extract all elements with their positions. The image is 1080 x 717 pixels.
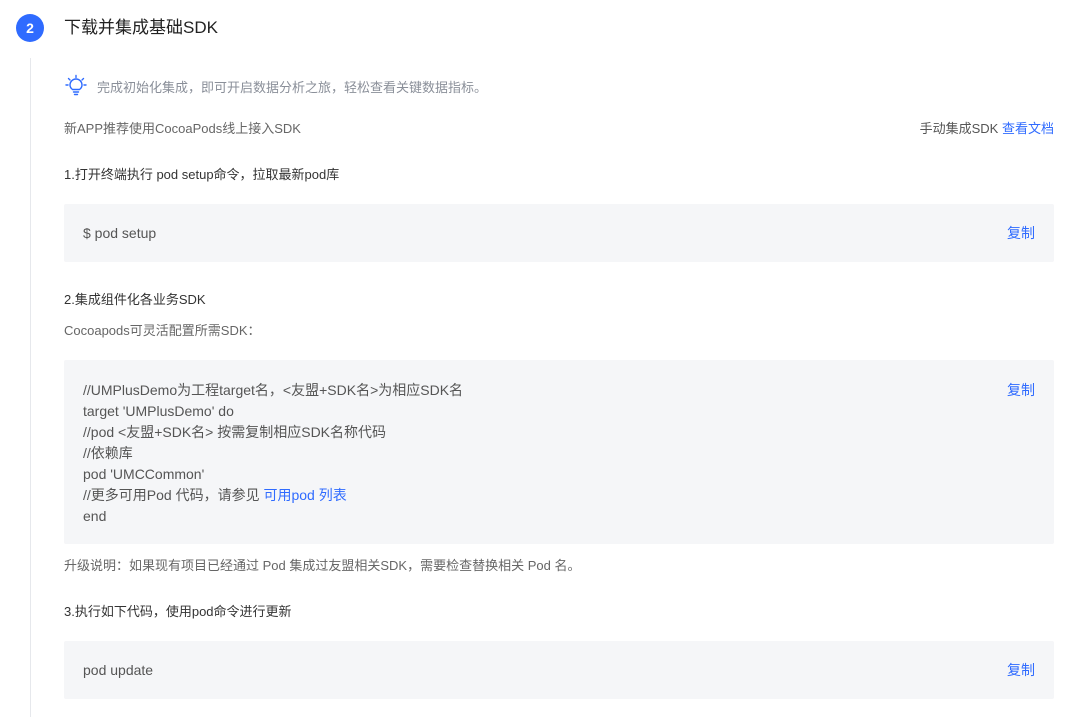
copy-podfile-button[interactable]: 复制 <box>1007 380 1035 401</box>
manual-integration-label: 手动集成SDK <box>919 121 999 136</box>
code-line: pod 'UMCCommon' <box>83 466 205 482</box>
pod-update-code-block: pod update 复制 <box>64 641 1054 699</box>
step-number: 2 <box>26 20 34 36</box>
view-docs-link[interactable]: 查看文档 <box>1002 121 1054 136</box>
step-number-badge: 2 <box>16 14 44 42</box>
tip-text: 完成初始化集成，即可开启数据分析之旅，轻松查看关键数据指标。 <box>97 79 488 95</box>
code-line: //依赖库 <box>83 445 133 461</box>
step1-heading: 1.打开终端执行 pod setup命令，拉取最新pod库 <box>64 167 340 182</box>
upgrade-note: 升级说明：如果现有项目已经通过 Pod 集成过友盟相关SDK，需要检查替换相关 … <box>64 558 581 573</box>
step-timeline-line <box>30 58 31 717</box>
section-title: 下载并集成基础SDK <box>64 18 218 37</box>
tip-banner: 完成初始化集成，即可开启数据分析之旅，轻松查看关键数据指标。 <box>64 70 487 102</box>
step2-description: Cocoapods可灵活配置所需SDK： <box>64 323 261 338</box>
podfile-code: //UMPlusDemo为工程target名，<友盟+SDK名>为相应SDK名 … <box>83 380 463 527</box>
code-line: //pod <友盟+SDK名> 按需复制相应SDK名称代码 <box>83 424 387 440</box>
code-line: //UMPlusDemo为工程target名，<友盟+SDK名>为相应SDK名 <box>83 382 464 398</box>
cocoapods-recommend-text: 新APP推荐使用CocoaPods线上接入SDK <box>64 121 301 136</box>
code-line: end <box>83 508 107 524</box>
pod-setup-code-block: $ pod setup 复制 <box>64 204 1054 262</box>
available-pods-link[interactable]: 可用pod 列表 <box>263 487 346 503</box>
code-line: target 'UMPlusDemo' do <box>83 403 234 419</box>
code-line-text: //更多可用Pod 代码，请参见 <box>83 487 264 503</box>
pod-setup-code: $ pod setup <box>83 225 157 241</box>
pod-update-code: pod update <box>83 662 154 678</box>
step3-heading: 3.执行如下代码，使用pod命令进行更新 <box>64 604 292 619</box>
sdk-integration-step: 2 下载并集成基础SDK 完成初始化集成，即可开启数据分析之旅，轻松查看关键数据… <box>0 0 1080 717</box>
code-line-with-link: //更多可用Pod 代码，请参见 可用pod 列表 <box>83 485 463 506</box>
podfile-code-block: //UMPlusDemo为工程target名，<友盟+SDK名>为相应SDK名 … <box>64 360 1054 544</box>
step2-heading: 2.集成组件化各业务SDK <box>64 292 206 307</box>
manual-integration: 手动集成SDK 查看文档 <box>920 120 1054 138</box>
copy-pod-setup-button[interactable]: 复制 <box>1007 223 1035 243</box>
lightbulb-icon <box>65 74 87 96</box>
copy-pod-update-button[interactable]: 复制 <box>1007 660 1035 680</box>
